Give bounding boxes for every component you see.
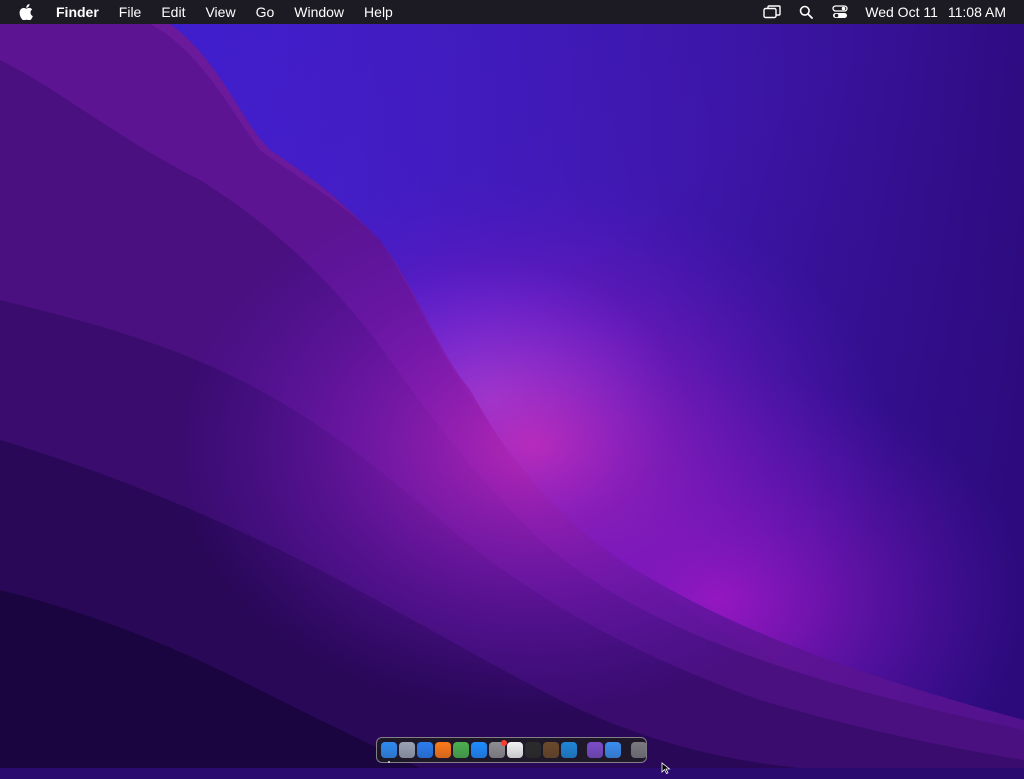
dock-cloud-app-icon[interactable] [605, 742, 621, 758]
menu-clock[interactable]: Wed Oct 11 11:08 AM [857, 4, 1006, 20]
dock-safari-icon[interactable] [417, 742, 433, 758]
menu-app-name[interactable]: Finder [43, 0, 109, 24]
dock-system-settings-icon[interactable] [489, 740, 507, 758]
screen-mirroring-icon[interactable] [755, 0, 789, 24]
dock-vscode-icon[interactable] [561, 742, 577, 758]
spotlight-search-icon[interactable] [789, 0, 823, 24]
menu-help[interactable]: Help [354, 0, 403, 24]
menu-window[interactable]: Window [284, 0, 354, 24]
dock-finder-icon[interactable] [381, 742, 397, 763]
dock-terminal-icon[interactable] [525, 742, 541, 758]
dock-trash-icon[interactable] [631, 742, 647, 758]
running-indicator [388, 761, 390, 763]
clock-time: 11:08 AM [947, 4, 1006, 20]
mouse-pointer-icon [661, 761, 671, 775]
desktop-wallpaper [0, 0, 1024, 768]
dock-script-editor-icon[interactable] [543, 742, 559, 758]
menu-edit[interactable]: Edit [151, 0, 195, 24]
dock-notes-editor-icon[interactable] [507, 742, 523, 758]
clock-date: Wed Oct 11 [865, 4, 938, 20]
menu-view[interactable]: View [195, 0, 245, 24]
menu-file[interactable]: File [109, 0, 152, 24]
dock-firefox-icon[interactable] [435, 742, 451, 758]
dock [376, 737, 647, 763]
menu-bar: Finder File Edit View Go Window Help Wed… [0, 0, 1024, 24]
apple-logo-icon[interactable] [15, 0, 37, 24]
dock-launchpad-icon[interactable] [399, 742, 415, 758]
dock-app-store-icon[interactable] [471, 742, 487, 758]
dock-chrome-icon[interactable] [453, 742, 469, 758]
control-center-icon[interactable] [823, 0, 857, 24]
menu-go[interactable]: Go [246, 0, 285, 24]
dock-visual-studio-icon[interactable] [587, 742, 603, 758]
